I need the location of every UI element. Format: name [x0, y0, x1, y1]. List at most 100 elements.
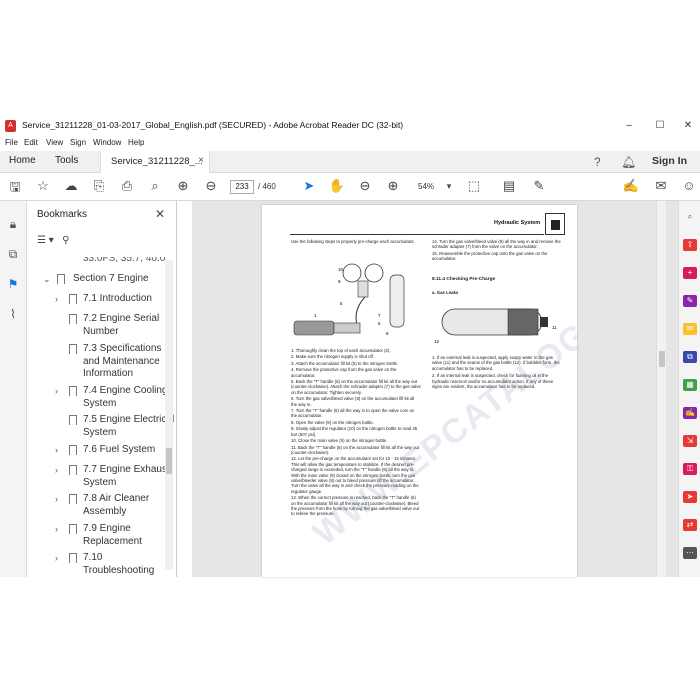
account-icon[interactable]: ☺ — [680, 178, 698, 193]
tab-close-icon[interactable]: × — [198, 155, 204, 166]
document-scrollbar[interactable] — [656, 201, 666, 577]
select-cursor-icon[interactable]: ➤ — [300, 178, 318, 194]
edit-pdf-icon[interactable]: ✎ — [683, 295, 697, 307]
tab-document-label: Service_31211228_... — [111, 156, 203, 167]
bookmark-flag-icon — [69, 553, 77, 563]
bookmark-flag-icon — [69, 445, 77, 455]
lock-icon[interactable]: 🔒︎ — [5, 217, 21, 232]
chevron-right-icon[interactable]: › — [55, 552, 65, 565]
protect-icon[interactable]: ⚿ — [683, 463, 697, 475]
page-header: Hydraulic System — [494, 220, 541, 226]
share-icon[interactable]: ⎘ — [90, 178, 108, 194]
sign-in-button[interactable]: Sign In — [652, 155, 687, 167]
step: 15. Reassemble the protective cap onto t… — [432, 250, 548, 262]
section-icon — [545, 213, 565, 235]
page-number-input[interactable]: 233 — [230, 180, 254, 194]
send-icon[interactable]: ➤ — [683, 491, 697, 503]
chevron-right-icon[interactable]: › — [55, 464, 65, 477]
print-icon[interactable]: ⎙ — [118, 178, 136, 194]
combine-files-icon[interactable]: ⧉ — [683, 351, 697, 363]
chevron-right-icon[interactable]: › — [55, 493, 65, 506]
step: 5. Back the "T" handle (6) on the accumu… — [291, 379, 421, 395]
share-file-icon[interactable]: ⇄ — [683, 519, 697, 531]
page-thumbnails-icon[interactable]: ⧉ — [5, 247, 21, 262]
zoom-in-icon[interactable]: ⊕ — [384, 178, 402, 194]
bookmark-item[interactable]: 33.0FS, 35.7, 40.0, — [67, 257, 176, 267]
search-icon[interactable]: ⌕ — [146, 178, 164, 194]
chevron-right-icon[interactable]: › — [55, 444, 65, 457]
upload-cloud-icon[interactable]: ☁ — [62, 178, 80, 194]
toolbar: 🖫︎ ☆ ☁ ⎘ ⎙ ⌕ ⊕ ⊖ 233 / 460 ➤ ✋ ⊖ ⊕ 54% ▾… — [0, 173, 700, 201]
scroll-mode-icon[interactable]: ▤ — [500, 178, 518, 194]
hand-tool-icon[interactable]: ✋ — [328, 178, 346, 194]
minimize-button[interactable]: – — [619, 118, 639, 134]
zoom-level[interactable]: 54% — [418, 182, 434, 191]
zoom-dropdown-icon[interactable]: ▾ — [440, 181, 458, 192]
menu-sign[interactable]: Sign — [70, 138, 86, 147]
create-pdf-icon[interactable]: + — [683, 267, 697, 279]
page-down-icon[interactable]: ⊖ — [202, 178, 220, 194]
bookmark-flag-icon — [69, 465, 77, 475]
sign-pen-icon[interactable]: ✍ — [622, 178, 640, 194]
bookmarks-scrollbar[interactable] — [165, 260, 173, 570]
bookmark-flag-icon — [69, 524, 77, 534]
section-title: 8.11.4 Checking Pre-Charge — [432, 277, 496, 282]
tab-document[interactable]: Service_31211228_... × — [100, 151, 210, 173]
intro-text: Use the following steps to properly pre-… — [291, 239, 415, 244]
step: 7. Turn the "T" handle (6) all the way i… — [291, 408, 415, 419]
bookmark-flag-icon — [69, 344, 77, 354]
header-rule — [290, 234, 544, 235]
menu-help[interactable]: Help — [128, 138, 144, 147]
page-total: / 460 — [258, 182, 276, 191]
step: 2. Make sure the nitrogen supply is shut… — [291, 354, 375, 360]
bookmark-options-icon[interactable]: ☰ ▾ ⚲ — [37, 235, 69, 246]
fig-label: 5 — [340, 301, 343, 306]
bookmark-icon[interactable]: ⚑ — [5, 277, 21, 291]
fill-sign-icon[interactable]: ✍ — [683, 407, 697, 419]
bookmarks-panel: Bookmarks ✕ ☰ ▾ ⚲ 33.0FS, 35.7, 40.0, ⌄ … — [27, 201, 177, 577]
export-pdf-icon[interactable]: ⇪ — [683, 239, 697, 251]
attachment-icon[interactable]: ⌇ — [5, 307, 21, 321]
bookmark-flag-icon — [57, 274, 65, 284]
menu-bar: File Edit View Sign Window Help — [0, 137, 700, 151]
compress-icon[interactable]: ⇲ — [683, 435, 697, 447]
help-icon[interactable]: ? — [594, 155, 601, 169]
email-icon[interactable]: ✉ — [652, 178, 670, 194]
step: 4. Remove the protective cap from the ga… — [291, 367, 397, 378]
chevron-down-icon[interactable]: ⌄ — [43, 273, 53, 286]
organize-pages-icon[interactable]: ▦ — [683, 379, 697, 391]
bookmark-flag-icon — [69, 494, 77, 504]
bookmarks-header: Bookmarks — [37, 209, 88, 220]
menu-file[interactable]: File — [5, 138, 18, 147]
step: 10. Close the main valve (9) on the nitr… — [291, 438, 388, 444]
bookmark-flag-icon — [69, 314, 77, 324]
close-panel-icon[interactable]: ✕ — [155, 207, 165, 221]
comment-icon[interactable]: ✉ — [683, 323, 697, 335]
document-scroll-thumb[interactable] — [659, 351, 665, 367]
bookmarks-scroll-thumb[interactable] — [166, 448, 172, 474]
maximize-button[interactable]: ☐ — [650, 118, 670, 134]
star-icon[interactable]: ☆ — [34, 178, 52, 194]
chevron-right-icon[interactable]: › — [55, 523, 65, 536]
bell-icon[interactable]: 🔔︎ — [621, 155, 636, 169]
tab-bar: Home Tools Service_31211228_... × ? 🔔︎ S… — [0, 151, 700, 173]
pdf-page[interactable]: Hydraulic System Use the following steps… — [262, 205, 577, 577]
menu-view[interactable]: View — [46, 138, 63, 147]
bookmark-flag-icon — [69, 415, 77, 425]
menu-window[interactable]: Window — [93, 138, 121, 147]
step: 1. Thoroughly clean the top of each accu… — [291, 348, 391, 353]
page-up-icon[interactable]: ⊕ — [174, 178, 192, 194]
tab-home[interactable]: Home — [9, 155, 36, 166]
zoom-out-icon[interactable]: ⊖ — [356, 178, 374, 194]
save-icon[interactable]: 🖫︎ — [6, 178, 24, 200]
procedure-steps-continued: 14. Turn the gas valve/bleed valve (8) a… — [432, 239, 564, 262]
more-tools-icon[interactable]: ⋯ — [683, 547, 697, 559]
search-icon[interactable]: ⌕ — [683, 211, 697, 223]
close-window-button[interactable]: ✕ — [678, 118, 698, 134]
chevron-right-icon[interactable]: › — [55, 385, 65, 398]
chevron-right-icon[interactable]: › — [55, 293, 65, 306]
tab-tools[interactable]: Tools — [55, 155, 78, 166]
fit-page-icon[interactable]: ⬚ — [465, 178, 483, 194]
menu-edit[interactable]: Edit — [24, 138, 38, 147]
comment-icon[interactable]: ✎ — [530, 178, 548, 194]
